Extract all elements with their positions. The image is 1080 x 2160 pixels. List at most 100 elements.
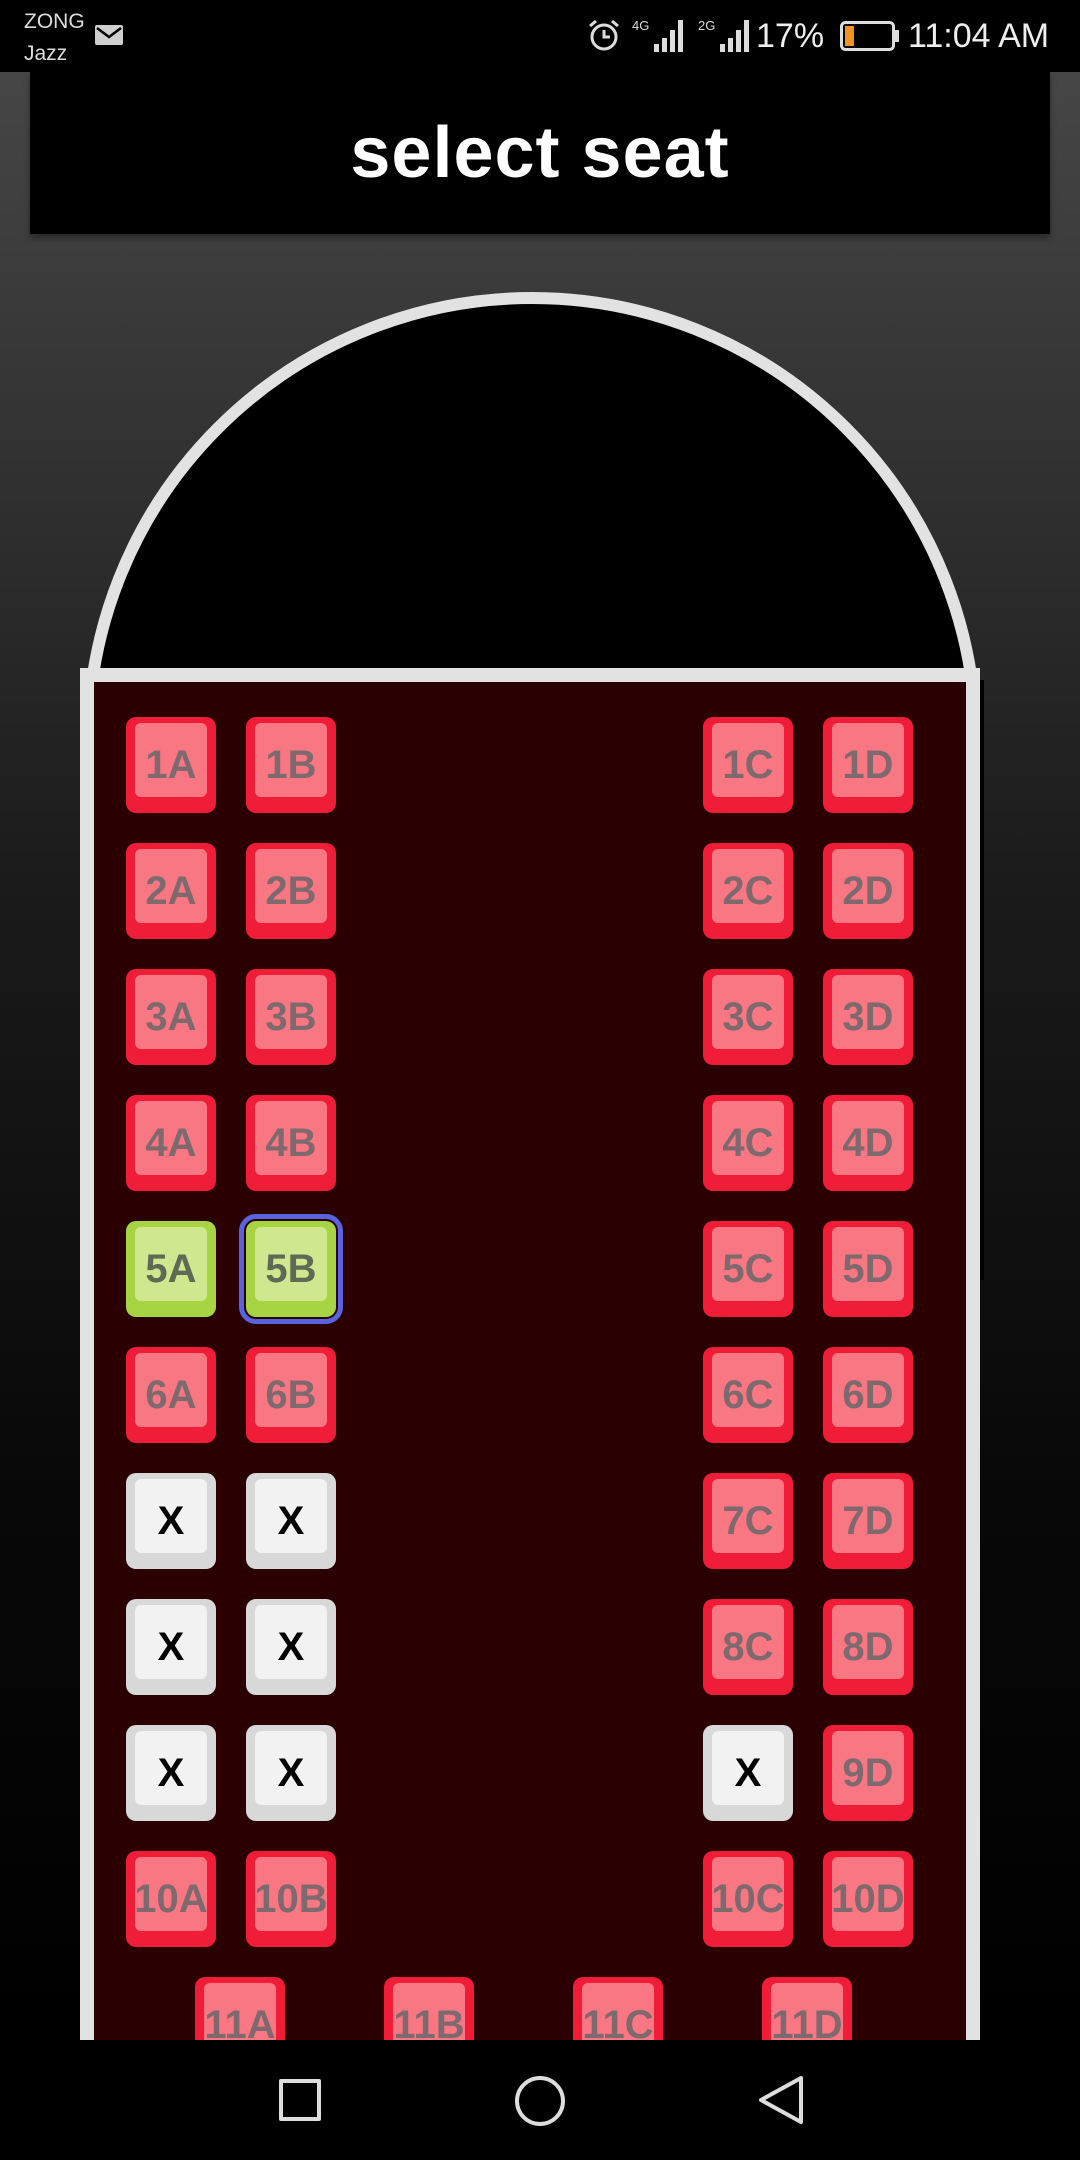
seat-2b[interactable]: 2B xyxy=(246,843,336,939)
seat-3b[interactable]: 3B xyxy=(246,969,336,1065)
seat-9d[interactable]: 9D xyxy=(823,1725,913,1821)
seat-label: 9D xyxy=(842,1750,894,1795)
seat-11a[interactable]: 11A xyxy=(195,1977,285,2040)
seat-11c[interactable]: 11C xyxy=(573,1977,663,2040)
seat-label: X xyxy=(277,1624,305,1669)
seat-1b[interactable]: 1B xyxy=(246,717,336,813)
seat-3c[interactable]: 3C xyxy=(703,969,793,1065)
seat-label: X xyxy=(157,1498,185,1543)
seat-10c[interactable]: 10C xyxy=(703,1851,793,1947)
seat-1c[interactable]: 1C xyxy=(703,717,793,813)
seat-label: X xyxy=(277,1498,305,1543)
seat-6c[interactable]: 6C xyxy=(703,1347,793,1443)
seat-label: 2A xyxy=(145,868,197,913)
seat-label: 7D xyxy=(842,1498,894,1543)
seat-2d[interactable]: 2D xyxy=(823,843,913,939)
seat-map: 1A 1B 1C 1D 2A 2B 2C 2D 3A 3B 3C 3D 4A 4B 4C 4D 5A 5B 5C 5D… xyxy=(80,668,980,2040)
seat-7c[interactable]: 7C xyxy=(703,1473,793,1569)
seat-label: 1A xyxy=(145,742,197,787)
seat-5d[interactable]: 5D xyxy=(823,1221,913,1317)
seat-label: 1C xyxy=(722,742,774,787)
signal-4g-icon: 4G xyxy=(632,18,683,52)
page-title: select seat xyxy=(350,113,730,193)
seat-4c[interactable]: 4C xyxy=(703,1095,793,1191)
seat-taken-29: X xyxy=(246,1599,336,1695)
seat-8d[interactable]: 8D xyxy=(823,1599,913,1695)
seat-8c[interactable]: 8C xyxy=(703,1599,793,1695)
network-4g-label: 4G xyxy=(632,18,649,33)
seat-taken-28: X xyxy=(126,1599,216,1695)
seat-label: 11A xyxy=(204,2002,276,2041)
seat-taken-25: X xyxy=(246,1473,336,1569)
seat-label: X xyxy=(734,1750,762,1795)
seat-label: 6B xyxy=(265,1372,317,1417)
seat-label: 5D xyxy=(842,1246,894,1291)
seat-6d[interactable]: 6D xyxy=(823,1347,913,1443)
seat-4b[interactable]: 4B xyxy=(246,1095,336,1191)
seat-label: 3D xyxy=(842,994,894,1039)
seat-label: 2B xyxy=(265,868,317,913)
seat-3a[interactable]: 3A xyxy=(126,969,216,1065)
seat-1a[interactable]: 1A xyxy=(126,717,216,813)
seat-label: 3C xyxy=(722,994,774,1039)
seat-taken-32: X xyxy=(126,1725,216,1821)
seat-label: 6A xyxy=(145,1372,197,1417)
seat-2a[interactable]: 2A xyxy=(126,843,216,939)
app-header: select seat xyxy=(30,72,1050,234)
seat-label: 6D xyxy=(842,1372,894,1417)
seat-10a[interactable]: 10A xyxy=(126,1851,216,1947)
seat-6b[interactable]: 6B xyxy=(246,1347,336,1443)
seat-label: 4C xyxy=(722,1120,774,1165)
carrier-primary: ZONG xyxy=(24,10,85,33)
alarm-icon xyxy=(589,19,619,51)
battery-percent: 17% xyxy=(756,17,825,55)
seat-11d[interactable]: 11D xyxy=(762,1977,852,2040)
network-2g-label: 2G xyxy=(698,18,715,33)
seat-label: 11B xyxy=(393,2002,465,2041)
seat-5a[interactable]: 5A xyxy=(126,1221,216,1317)
seat-label: 4A xyxy=(145,1120,197,1165)
seat-11b[interactable]: 11B xyxy=(384,1977,474,2040)
seat-2c[interactable]: 2C xyxy=(703,843,793,939)
seat-label: 4B xyxy=(265,1120,317,1165)
seat-10d[interactable]: 10D xyxy=(823,1851,913,1947)
back-triangle-icon[interactable] xyxy=(756,2074,806,2126)
seat-10b[interactable]: 10B xyxy=(246,1851,336,1947)
seat-label: 8D xyxy=(842,1624,894,1669)
mail-icon xyxy=(95,25,123,45)
seat-5b[interactable]: 5B xyxy=(239,1214,343,1324)
home-circle-icon[interactable] xyxy=(515,2076,565,2126)
seat-4d[interactable]: 4D xyxy=(823,1095,913,1191)
seat-label: 8C xyxy=(722,1624,774,1669)
seat-6a[interactable]: 6A xyxy=(126,1347,216,1443)
battery-icon xyxy=(840,21,899,51)
seat-label: 10C xyxy=(711,1876,785,1921)
status-bar: ZONG Jazz 4G 2G 17% 11:04 AM xyxy=(0,0,1080,72)
seat-label: 10D xyxy=(831,1876,905,1921)
seat-7d[interactable]: 7D xyxy=(823,1473,913,1569)
seat-3d[interactable]: 3D xyxy=(823,969,913,1065)
seat-label: X xyxy=(157,1750,185,1795)
clock: 11:04 AM xyxy=(908,17,1050,55)
seat-label: X xyxy=(277,1750,305,1795)
seat-5c[interactable]: 5C xyxy=(703,1221,793,1317)
seat-label: 1B xyxy=(265,742,317,787)
carrier-secondary: Jazz xyxy=(24,42,68,65)
seat-label: 10A xyxy=(134,1876,208,1921)
signal-2g-icon: 2G xyxy=(698,18,749,52)
seat-label: 2D xyxy=(842,868,894,913)
seat-label: 7C xyxy=(722,1498,774,1543)
seat-4a[interactable]: 4A xyxy=(126,1095,216,1191)
seat-label: X xyxy=(157,1624,185,1669)
seat-label: 5B xyxy=(265,1246,317,1291)
seat-label: 3A xyxy=(145,994,197,1039)
seat-label: 5A xyxy=(145,1246,197,1291)
seat-label: 1D xyxy=(842,742,894,787)
seat-label: 5C xyxy=(722,1246,774,1291)
recents-square-icon[interactable] xyxy=(279,2079,321,2121)
seat-1d[interactable]: 1D xyxy=(823,717,913,813)
seat-label: 4D xyxy=(842,1120,894,1165)
app-screen: ZONG Jazz 4G 2G 17% 11:04 AM select seat… xyxy=(0,0,1080,2160)
seat-taken-34: X xyxy=(703,1725,793,1821)
seat-taken-24: X xyxy=(126,1473,216,1569)
